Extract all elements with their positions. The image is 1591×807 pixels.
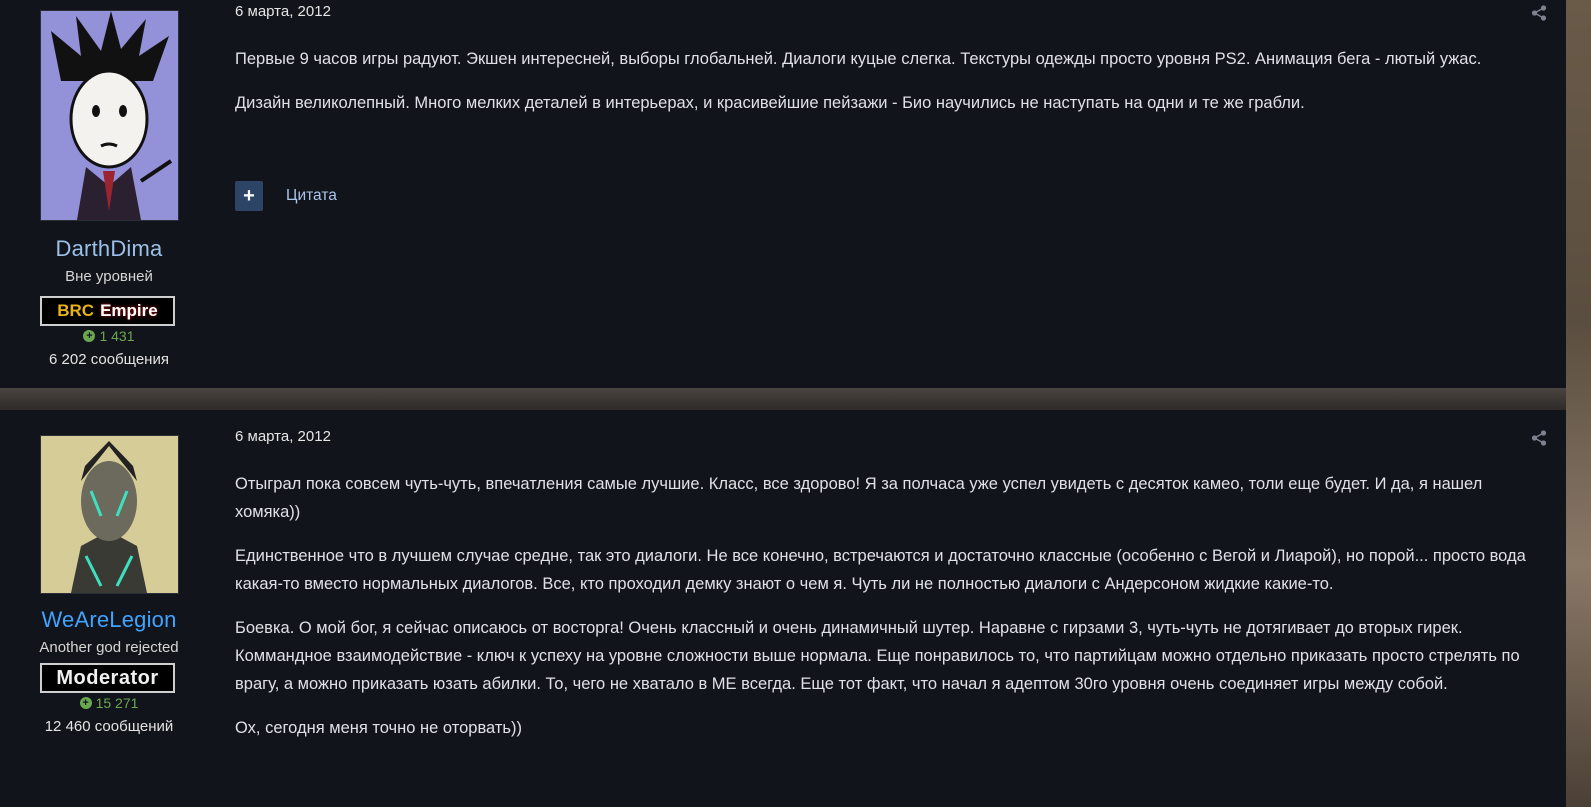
post-content: Отыграл пока совсем чуть-чуть, впечатлен… bbox=[235, 470, 1545, 758]
reputation-plus-icon: + bbox=[79, 697, 92, 709]
quote-button[interactable]: Цитата bbox=[286, 187, 337, 205]
post-paragraph: Первые 9 часов игры радуют. Экшен интере… bbox=[235, 50, 1482, 68]
badge-brc-text: BRC bbox=[57, 301, 95, 320]
avatar[interactable] bbox=[40, 435, 179, 594]
group-badge: BRC Empire bbox=[40, 296, 175, 326]
post-paragraph: Дизайн великолепный. Много мелких детале… bbox=[235, 94, 1305, 112]
group-badge: Moderator bbox=[40, 663, 175, 693]
author-name[interactable]: WeAreLegion bbox=[0, 607, 218, 633]
badge-moderator-text: Moderator bbox=[56, 666, 159, 689]
post-content: Первые 9 часов игры радуют. Экшен интере… bbox=[235, 45, 1545, 133]
reputation: + 1 431 bbox=[0, 328, 218, 344]
background-edge bbox=[1566, 0, 1591, 807]
reputation-plus-icon: + bbox=[83, 330, 96, 342]
post-paragraph: Ох, сегодня меня точно не оторвать)) bbox=[235, 719, 522, 737]
reputation-value: 1 431 bbox=[99, 328, 135, 344]
author-name[interactable]: DarthDima bbox=[0, 236, 218, 262]
author-rank: Another god rejected bbox=[39, 639, 179, 656]
plus-icon: + bbox=[243, 185, 255, 207]
avatar[interactable] bbox=[40, 10, 179, 221]
post-paragraph: Боевка. О мой бог, я сейчас описаюсь от … bbox=[235, 619, 1520, 693]
message-count: 12 460 сообщений bbox=[44, 718, 174, 735]
avatar-image bbox=[41, 436, 178, 593]
badge-empire-text: Empire bbox=[100, 301, 158, 320]
avatar-image bbox=[41, 11, 178, 220]
forum-post: WeAreLegion Another god rejected Moderat… bbox=[0, 410, 1566, 807]
share-icon[interactable] bbox=[1531, 5, 1547, 21]
post-paragraph: Отыграл пока совсем чуть-чуть, впечатлен… bbox=[235, 475, 1483, 521]
forum-post: DarthDima Вне уровней BRC Empire + 1 431… bbox=[0, 0, 1566, 388]
message-count: 6 202 сообщения bbox=[49, 351, 169, 368]
background-strip bbox=[0, 388, 1591, 410]
multiquote-plus-button[interactable]: + bbox=[235, 181, 263, 211]
post-date[interactable]: 6 марта, 2012 bbox=[235, 3, 331, 20]
share-icon[interactable] bbox=[1531, 430, 1547, 446]
reputation-value: 15 271 bbox=[95, 695, 139, 711]
post-date[interactable]: 6 марта, 2012 bbox=[235, 428, 331, 445]
post-paragraph: Единственное что в лучшем случае средне,… bbox=[235, 547, 1526, 593]
author-rank: Вне уровней bbox=[65, 268, 153, 285]
reputation: + 15 271 bbox=[0, 695, 218, 711]
